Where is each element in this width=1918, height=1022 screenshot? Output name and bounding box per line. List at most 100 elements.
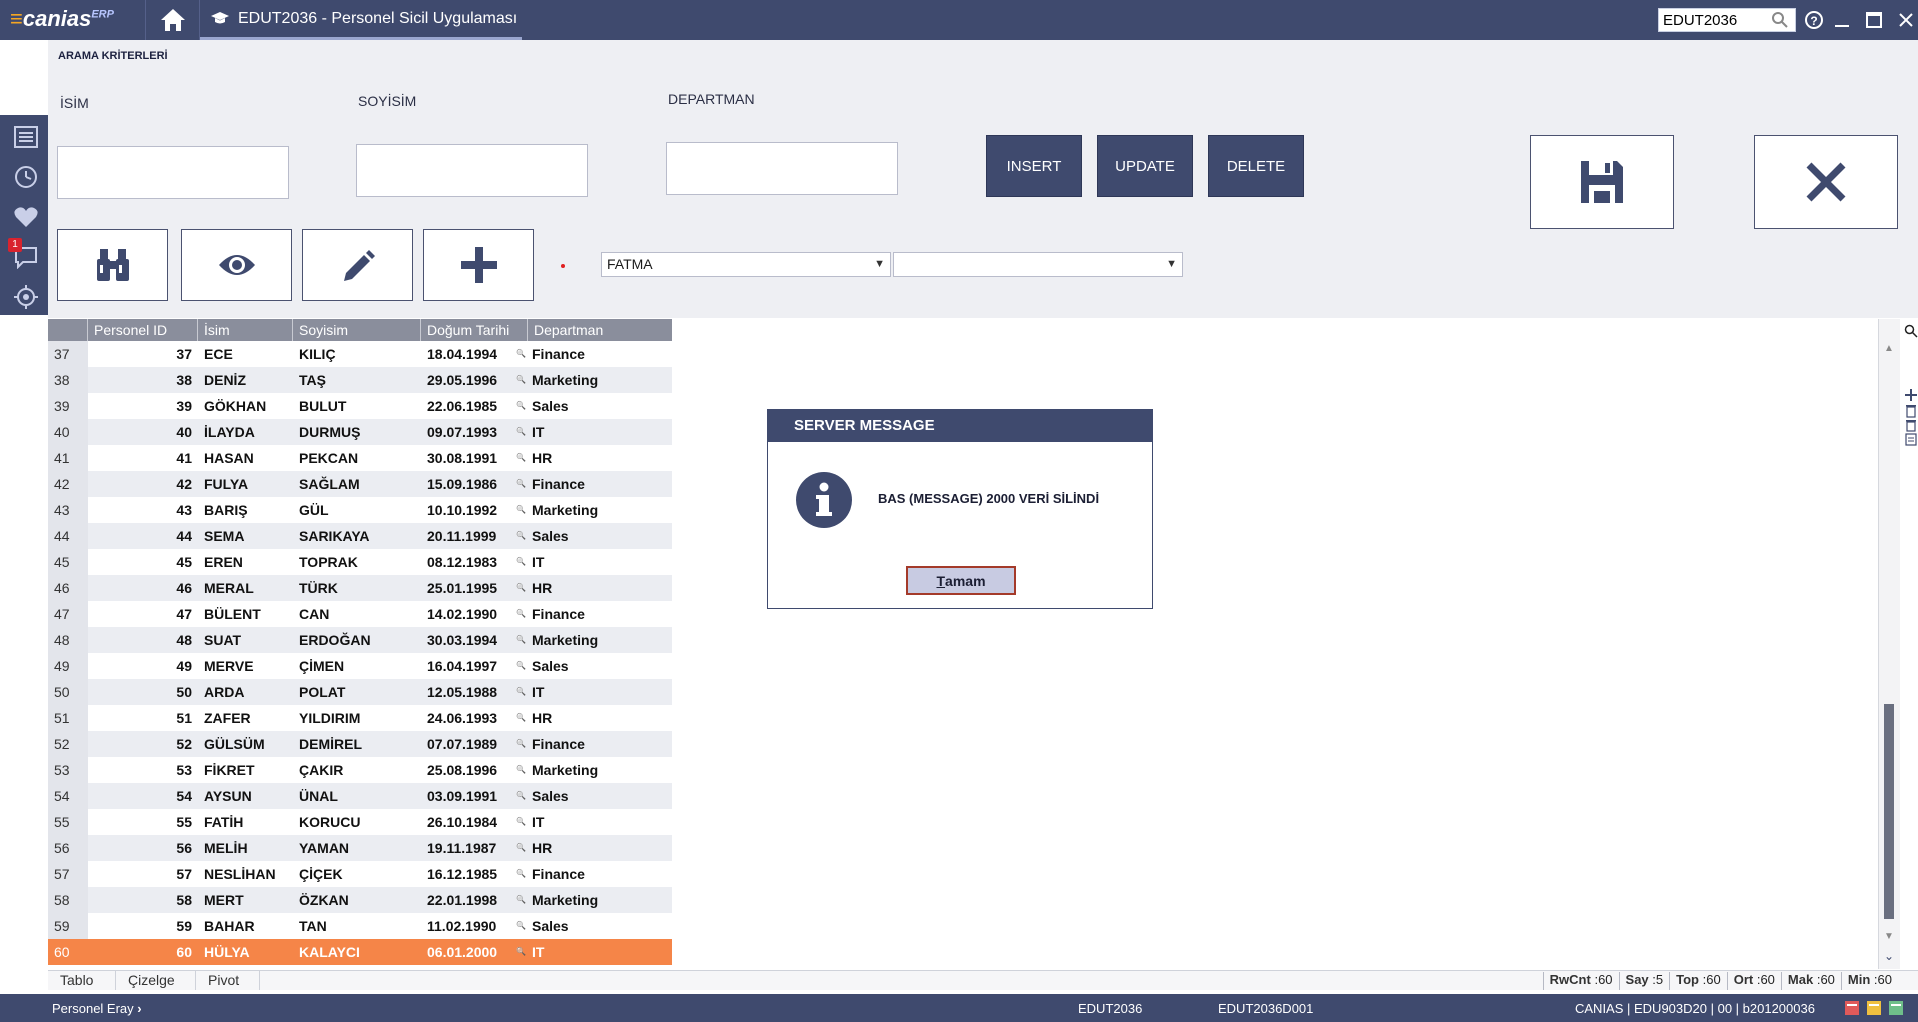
history-icon[interactable] (10, 161, 42, 193)
cell-isim[interactable]: NESLİHAN (198, 861, 293, 887)
home-button[interactable] (145, 0, 200, 40)
row-number[interactable]: 50 (48, 679, 88, 705)
cell-personel-id[interactable]: 44 (88, 523, 198, 549)
dropdown-arrow-icon[interactable]: ▼ (1166, 253, 1177, 276)
cell-personel-id[interactable]: 41 (88, 445, 198, 471)
cell-soyisim[interactable]: KALAYCI (293, 939, 421, 965)
lookup-magnifier-icon[interactable]: 🔍 (514, 809, 528, 835)
cell-dogum-tarihi[interactable]: 15.09.1986 (421, 471, 514, 497)
col-header-soyisim[interactable]: Soyisim (293, 319, 421, 341)
lookup-magnifier-icon[interactable]: 🔍 (514, 653, 528, 679)
cell-soyisim[interactable]: ÇİMEN (293, 653, 421, 679)
cell-personel-id[interactable]: 38 (88, 367, 198, 393)
cell-soyisim[interactable]: POLAT (293, 679, 421, 705)
cell-isim[interactable]: FİKRET (198, 757, 293, 783)
lookup-magnifier-icon[interactable]: 🔍 (514, 861, 528, 887)
close-window-icon[interactable] (1894, 8, 1918, 32)
lookup-magnifier-icon[interactable]: 🔍 (514, 393, 528, 419)
col-header-isim[interactable]: İsim (198, 319, 293, 341)
cell-soyisim[interactable]: GÜL (293, 497, 421, 523)
lookup-magnifier-icon[interactable]: 🔍 (514, 783, 528, 809)
lookup-magnifier-icon[interactable]: 🔍 (514, 627, 528, 653)
cell-personel-id[interactable]: 51 (88, 705, 198, 731)
view-button[interactable] (181, 229, 292, 301)
cell-isim[interactable]: BARIŞ (198, 497, 293, 523)
settings-target-icon[interactable] (10, 281, 42, 313)
lookup-magnifier-icon[interactable]: 🔍 (514, 913, 528, 939)
lookup-magnifier-icon[interactable]: 🔍 (514, 887, 528, 913)
table-row[interactable]: 56 56 MELİH YAMAN 19.11.1987 🔍 HR (48, 835, 672, 861)
cell-dogum-tarihi[interactable]: 06.01.2000 (421, 939, 514, 965)
row-number[interactable]: 48 (48, 627, 88, 653)
grid-search-icon[interactable] (1903, 323, 1918, 339)
cell-soyisim[interactable]: ÇİÇEK (293, 861, 421, 887)
col-header-dogum[interactable]: Doğum Tarihi (421, 319, 528, 341)
departman-field[interactable] (666, 142, 898, 195)
close-button[interactable] (1754, 135, 1898, 229)
row-number[interactable]: 47 (48, 601, 88, 627)
table-row[interactable]: 45 45 EREN TOPRAK 08.12.1983 🔍 IT (48, 549, 672, 575)
cell-isim[interactable]: HASAN (198, 445, 293, 471)
cell-dogum-tarihi[interactable]: 18.04.1994 (421, 341, 514, 367)
table-row[interactable]: 59 59 BAHAR TAN 11.02.1990 🔍 Sales (48, 913, 672, 939)
top-search-box[interactable] (1658, 8, 1796, 32)
tab-cizelge[interactable]: Çizelge (116, 971, 196, 990)
table-row[interactable]: 41 41 HASAN PEKCAN 30.08.1991 🔍 HR (48, 445, 672, 471)
cell-isim[interactable]: MERT (198, 887, 293, 913)
minimize-icon[interactable] (1830, 8, 1854, 32)
col-header-id[interactable]: Personel ID (88, 319, 198, 341)
cell-soyisim[interactable]: ÇAKIR (293, 757, 421, 783)
cell-personel-id[interactable]: 54 (88, 783, 198, 809)
cell-soyisim[interactable]: BULUT (293, 393, 421, 419)
cell-departman[interactable]: Sales (528, 523, 664, 549)
table-row[interactable]: 60 60 HÜLYA KALAYCI 06.01.2000 🔍 IT (48, 939, 672, 965)
cell-soyisim[interactable]: DURMUŞ (293, 419, 421, 445)
row-number[interactable]: 46 (48, 575, 88, 601)
row-number[interactable]: 49 (48, 653, 88, 679)
cell-isim[interactable]: GÜLSÜM (198, 731, 293, 757)
user-breadcrumb[interactable]: Personel Eray › (52, 1001, 142, 1016)
cell-dogum-tarihi[interactable]: 07.07.1989 (421, 731, 514, 757)
cell-departman[interactable]: Marketing (528, 497, 664, 523)
row-number[interactable]: 39 (48, 393, 88, 419)
lookup-magnifier-icon[interactable]: 🔍 (514, 497, 528, 523)
table-row[interactable]: 40 40 İLAYDA DURMUŞ 09.07.1993 🔍 IT (48, 419, 672, 445)
cell-personel-id[interactable]: 43 (88, 497, 198, 523)
table-row[interactable]: 57 57 NESLİHAN ÇİÇEK 16.12.1985 🔍 Finance (48, 861, 672, 887)
cell-personel-id[interactable]: 55 (88, 809, 198, 835)
cell-personel-id[interactable]: 40 (88, 419, 198, 445)
cell-personel-id[interactable]: 37 (88, 341, 198, 367)
col-header-departman[interactable]: Departman (528, 319, 664, 341)
cell-isim[interactable]: BÜLENT (198, 601, 293, 627)
cell-isim[interactable]: SEMA (198, 523, 293, 549)
row-number[interactable]: 52 (48, 731, 88, 757)
cell-dogum-tarihi[interactable]: 22.06.1985 (421, 393, 514, 419)
cell-isim[interactable]: BAHAR (198, 913, 293, 939)
cell-departman[interactable]: Marketing (528, 887, 664, 913)
row-number[interactable]: 53 (48, 757, 88, 783)
scroll-end-icon[interactable]: ⌄ (1884, 949, 1894, 963)
lookup-magnifier-icon[interactable]: 🔍 (514, 341, 528, 367)
cell-soyisim[interactable]: YILDIRIM (293, 705, 421, 731)
cell-dogum-tarihi[interactable]: 30.08.1991 (421, 445, 514, 471)
cell-isim[interactable]: EREN (198, 549, 293, 575)
cell-soyisim[interactable]: TOPRAK (293, 549, 421, 575)
row-number[interactable]: 57 (48, 861, 88, 887)
cell-dogum-tarihi[interactable]: 25.08.1996 (421, 757, 514, 783)
cell-isim[interactable]: ECE (198, 341, 293, 367)
lookup-magnifier-icon[interactable]: 🔍 (514, 679, 528, 705)
cell-soyisim[interactable]: ÖZKAN (293, 887, 421, 913)
row-number[interactable]: 59 (48, 913, 88, 939)
cell-personel-id[interactable]: 60 (88, 939, 198, 965)
cell-soyisim[interactable]: CAN (293, 601, 421, 627)
table-row[interactable]: 55 55 FATİH KORUCU 26.10.1984 🔍 IT (48, 809, 672, 835)
table-row[interactable]: 51 51 ZAFER YILDIRIM 24.06.1993 🔍 HR (48, 705, 672, 731)
table-row[interactable]: 50 50 ARDA POLAT 12.05.1988 🔍 IT (48, 679, 672, 705)
table-row[interactable]: 58 58 MERT ÖZKAN 22.01.1998 🔍 Marketing (48, 887, 672, 913)
cell-departman[interactable]: IT (528, 549, 664, 575)
isim-input[interactable] (58, 147, 288, 198)
row-number[interactable]: 43 (48, 497, 88, 523)
row-number[interactable]: 41 (48, 445, 88, 471)
table-row[interactable]: 52 52 GÜLSÜM DEMİREL 07.07.1989 🔍 Finance (48, 731, 672, 757)
tab-tablo[interactable]: Tablo (48, 971, 116, 990)
